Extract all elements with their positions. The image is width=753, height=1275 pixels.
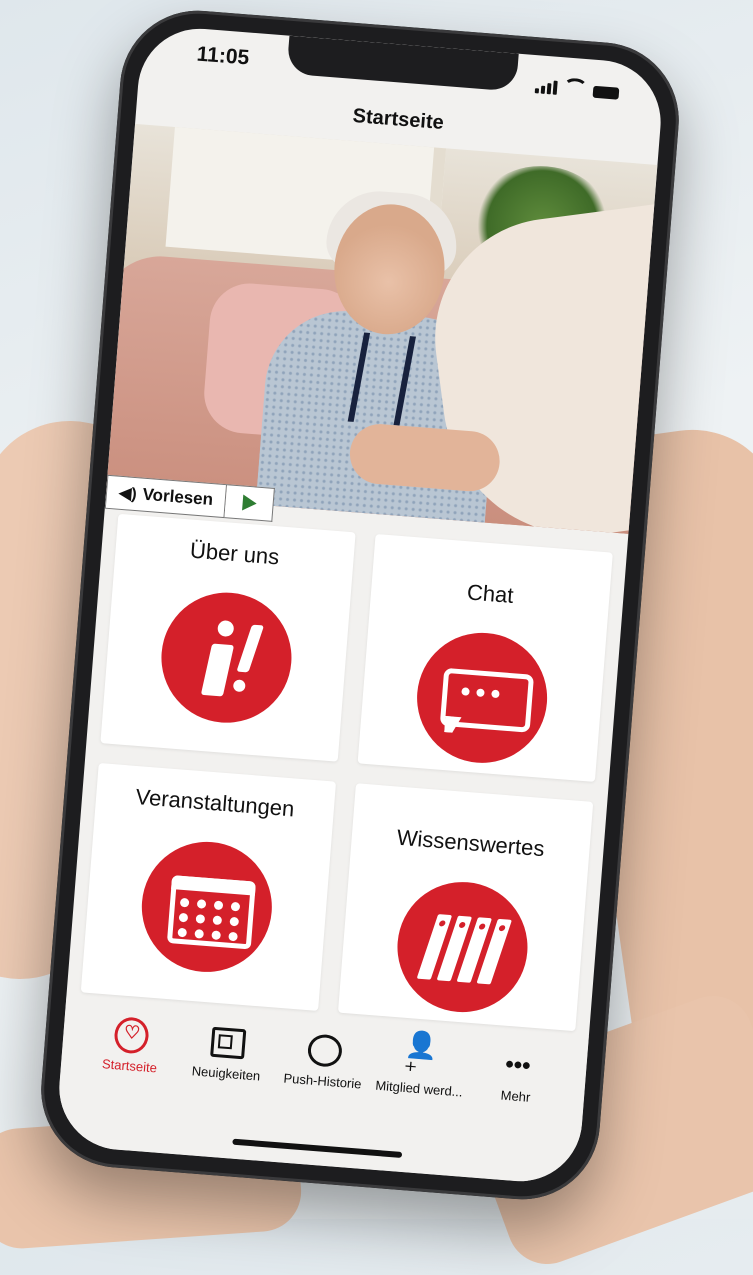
add-person-icon: 👤⁺ (402, 1028, 439, 1086)
heart-icon (113, 1016, 151, 1055)
tab-label: Mitglied werd... (374, 1077, 464, 1100)
tile-label: Wissenswertes (395, 824, 546, 862)
more-icon: ••• (504, 1050, 532, 1080)
books-icon (392, 877, 533, 1017)
tab-label: Push-Historie (283, 1070, 363, 1092)
hero-holding-hands (347, 421, 502, 494)
status-time: 11:05 (195, 42, 251, 70)
phone-screen: 11:05 Startseite ◀) Vorlesen Über uns Ch… (54, 24, 666, 1186)
phone-frame: 11:05 Startseite ◀) Vorlesen Über uns Ch… (35, 4, 685, 1206)
play-button[interactable] (224, 484, 276, 522)
tile-ueber-uns[interactable]: Über uns (100, 513, 356, 762)
tab-push-historie[interactable]: Push-Historie (277, 1030, 371, 1092)
battery-icon (592, 85, 620, 100)
chat-bubble-icon (412, 627, 552, 768)
tile-chat[interactable]: Chat (357, 534, 613, 782)
status-icons (534, 75, 620, 100)
tab-label: Mehr (500, 1087, 531, 1105)
tab-startseite[interactable]: Startseite (84, 1015, 178, 1077)
play-icon (241, 494, 257, 512)
newspaper-icon (210, 1025, 247, 1062)
tab-mehr[interactable]: ••• Mehr (470, 1045, 564, 1107)
tile-label: Veranstaltungen (134, 784, 296, 822)
home-indicator (232, 1138, 403, 1158)
calendar-icon (136, 837, 277, 977)
signal-icon (534, 79, 558, 95)
tile-label: Über uns (189, 537, 281, 570)
tile-label: Chat (466, 579, 515, 608)
read-aloud-label: Vorlesen (141, 484, 214, 510)
chat-icon (306, 1032, 344, 1069)
tile-veranstaltungen[interactable]: Veranstaltungen (80, 762, 337, 1011)
tile-grid: Über uns Chat Veranstaltungen Wissenswer… (80, 513, 613, 1032)
tab-neuigkeiten[interactable]: Neuigkeiten (181, 1023, 275, 1085)
tab-mitglied-werden[interactable]: 👤⁺ Mitglied werd... (374, 1028, 468, 1100)
phone: 11:05 Startseite ◀) Vorlesen Über uns Ch… (35, 4, 685, 1206)
wifi-icon (562, 77, 588, 98)
hero-image (106, 123, 658, 534)
info-exclamation-icon (156, 587, 297, 728)
tab-label: Startseite (101, 1056, 158, 1076)
speaker-icon: ◀) (118, 484, 138, 504)
tile-wissenswertes[interactable]: Wissenswertes (337, 783, 594, 1032)
tab-label: Neuigkeiten (191, 1063, 261, 1084)
